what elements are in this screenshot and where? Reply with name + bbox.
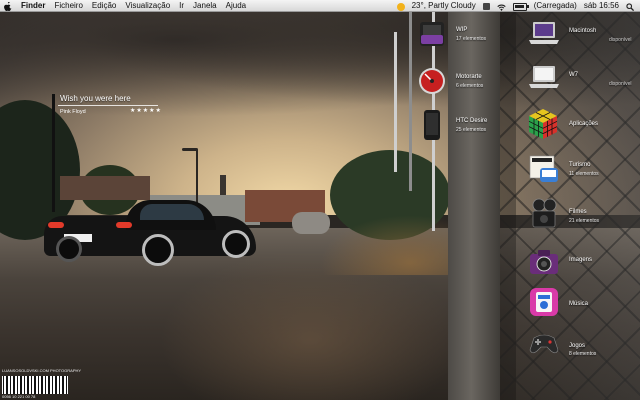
drive-free: disponível (609, 81, 632, 87)
stack-count: 6 elementos (456, 83, 484, 89)
watermark-text: LUANSOSOLDVSKI.COM PHOTOGRAPHY (2, 368, 82, 373)
gauge-icon (418, 66, 446, 96)
phone-icon (418, 110, 446, 140)
pole (394, 32, 397, 172)
laptop-icon (528, 64, 559, 94)
fence-post (448, 11, 500, 400)
stack-count: 25 elementos (456, 127, 487, 133)
stack-label: Turismo (569, 162, 591, 168)
artist-name: Pink Floyd (60, 109, 86, 115)
drive-label: W7 (569, 72, 578, 78)
menu-ajuda[interactable]: Ajuda (226, 0, 246, 11)
photographer-watermark: LUANSOSOLDVSKI.COM PHOTOGRAPHY 0056 10 2… (0, 368, 81, 400)
film-camera-icon (528, 198, 557, 228)
taillight (48, 222, 64, 228)
wheel (142, 234, 174, 266)
menu-finder[interactable]: Finder (21, 0, 45, 11)
stack-label: Música (569, 301, 589, 307)
folder-wip-icon (418, 18, 446, 48)
menu-bar: Finder Ficheiro Edição Visualização Ir J… (0, 0, 640, 12)
menu-visualizacao[interactable]: Visualização (125, 0, 170, 11)
menu-edicao[interactable]: Edição (92, 0, 116, 11)
stack-count: 21 elementos (569, 218, 600, 224)
wheel (222, 230, 250, 258)
stack-count: 8 elementos (569, 351, 597, 357)
stack-label: HTC Desire (456, 118, 488, 124)
pole (409, 11, 412, 191)
stack-label: Jogos (569, 343, 586, 349)
itunes-icon (528, 286, 558, 316)
camera-icon (528, 246, 558, 276)
taillight (116, 222, 132, 228)
drive-free: disponível (609, 37, 632, 43)
apple-menu-icon[interactable] (4, 1, 12, 12)
menu-janela[interactable]: Janela (193, 0, 217, 11)
stack-label: Motorarte (456, 74, 482, 80)
clock[interactable]: sáb 16:56 (584, 0, 619, 11)
stack-label: Imagens (569, 257, 593, 263)
tank (292, 212, 330, 234)
widget-divider (58, 105, 158, 106)
stack-label: Filmes (569, 209, 587, 215)
drive-label: Macintosh (569, 28, 597, 34)
weather-sun-icon[interactable] (396, 2, 405, 11)
system-monitor-icon[interactable] (482, 3, 490, 10)
menu-ficheiro[interactable]: Ficheiro (54, 0, 82, 11)
chimney (220, 175, 226, 195)
battery-icon[interactable] (512, 2, 529, 11)
gamepad-icon (528, 328, 559, 358)
chain-link-fence (500, 11, 640, 400)
widget-bar (52, 94, 55, 212)
wifi-icon[interactable] (497, 3, 506, 11)
lamp-post (196, 150, 198, 205)
lamp-head (182, 148, 198, 151)
rubiks-cube-icon (528, 108, 558, 139)
times-newspaper-icon (528, 154, 558, 184)
stack-label: Aplicações (569, 121, 599, 127)
wheel (56, 236, 82, 262)
now-playing-widget[interactable]: Wish you were here Pink Floyd ★★★★★ (52, 92, 164, 212)
macbook-icon (528, 20, 559, 50)
stack-count: 11 elementos (569, 171, 599, 177)
battery-status[interactable]: (Carregada) (534, 0, 577, 11)
stack-count: 17 elementos (456, 36, 487, 42)
menu-ir[interactable]: Ir (179, 0, 184, 11)
song-title: Wish you were here (60, 94, 131, 103)
stack-label: WIP (456, 27, 468, 33)
rating-stars[interactable]: ★★★★★ (130, 107, 162, 114)
weather-status[interactable]: 23°, Partly Cloudy (412, 0, 476, 11)
barcode (2, 376, 68, 394)
watermark-number: 0056 10 221 00 78 (2, 394, 36, 399)
spotlight-icon[interactable] (626, 2, 635, 11)
